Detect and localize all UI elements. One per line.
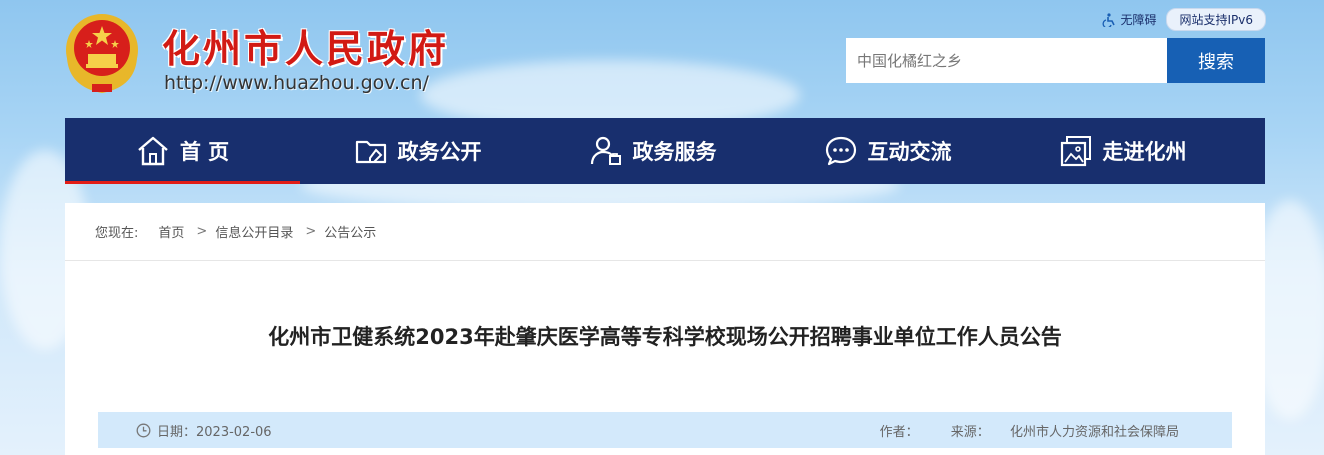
nav-item-interaction[interactable]: 互动交流 xyxy=(770,118,1005,184)
breadcrumb-separator: > xyxy=(196,224,208,239)
breadcrumb-separator: > xyxy=(305,224,317,239)
nav-item-about-huazhou[interactable]: 走进化州 xyxy=(1005,118,1240,184)
breadcrumb-prefix: 您现在: xyxy=(95,226,139,241)
nav-label: 互动交流 xyxy=(867,140,952,164)
breadcrumb: 您现在: 首页 > 信息公开目录 > 公告公示 xyxy=(65,203,1265,261)
breadcrumb-item-home[interactable]: 首页 xyxy=(158,222,184,241)
breadcrumb-item-catalog[interactable]: 信息公开目录 xyxy=(215,222,293,241)
search-button[interactable]: 搜索 xyxy=(1167,38,1265,83)
home-icon xyxy=(138,136,168,166)
article-date: 日期：2023-02-06 xyxy=(136,421,272,440)
source-value: 化州市人力资源和社会保障局 xyxy=(1009,424,1179,440)
site-url[interactable]: http://www.huazhou.gov.cn/ xyxy=(164,72,429,94)
nav-item-government-services[interactable]: 政务服务 xyxy=(535,118,770,184)
nav-item-government-affairs[interactable]: 政务公开 xyxy=(300,118,535,184)
date-label: 日期：2023-02-06 xyxy=(157,424,272,440)
nav-label: 首 页 xyxy=(179,140,230,164)
breadcrumb-item-announcements[interactable]: 公告公示 xyxy=(324,222,376,241)
meta-right: 作者： 来源： 化州市人力资源和社会保障局 xyxy=(880,421,1179,440)
accessibility-link[interactable]: 无障碍 xyxy=(1102,11,1156,28)
nav-label: 政务公开 xyxy=(397,140,482,164)
search-box: 搜索 xyxy=(846,38,1265,83)
chat-icon xyxy=(825,136,856,166)
accessibility-label: 无障碍 xyxy=(1120,13,1157,27)
accessibility-icon xyxy=(1103,12,1116,27)
search-input[interactable] xyxy=(846,38,1167,83)
gallery-icon xyxy=(1060,136,1091,167)
national-emblem-logo xyxy=(62,10,142,94)
site-title[interactable]: 化州市人民政府 xyxy=(162,18,449,73)
ipv6-badge: 网站支持IPv6 xyxy=(1166,8,1266,31)
article-title: 化州市卫健系统2023年赴肇庆医学高等专科学校现场公开招聘事业单位工作人员公告 xyxy=(268,325,1062,349)
top-links: 无障碍 网站支持IPv6 xyxy=(1102,8,1266,31)
clock-icon xyxy=(136,423,151,437)
nav-label: 政务服务 xyxy=(632,140,717,164)
nav-label: 走进化州 xyxy=(1102,140,1187,164)
author-label: 作者： xyxy=(879,424,919,440)
content-panel: 您现在: 首页 > 信息公开目录 > 公告公示 化州市卫健系统2023年赴肇庆医… xyxy=(65,203,1265,455)
source-info: 来源： 化州市人力资源和社会保障局 xyxy=(951,421,1179,440)
article-meta-bar: 日期：2023-02-06 作者： 来源： 化州市人力资源和社会保障局 xyxy=(98,412,1232,448)
main-nav: 首 页 政务公开 政务服务 互动交流 走进化州 xyxy=(65,118,1265,184)
source-label: 来源： xyxy=(950,424,990,440)
folder-icon xyxy=(355,140,386,164)
user-service-icon xyxy=(590,136,621,165)
nav-item-home[interactable]: 首 页 xyxy=(65,118,300,184)
